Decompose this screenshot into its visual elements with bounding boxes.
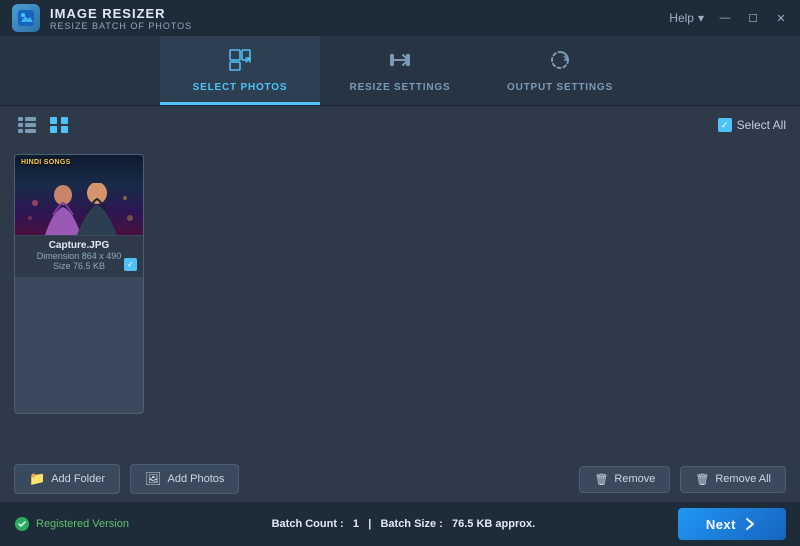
select-all-checkbox[interactable]: ✓ [718,118,732,132]
registered-status: Registered Version [14,516,129,532]
thumb-label: HINDI SONGS [21,159,71,166]
tab-resize-settings-label: RESIZE SETTINGS [350,82,451,93]
app-title: IMAGE RESIZER [50,6,192,21]
minimize-button[interactable]: — [718,11,732,25]
resize-settings-icon [386,46,414,78]
photo-dimension: Dimension 864 x 490 [21,251,137,261]
add-photos-label: Add Photos [168,473,225,485]
remove-icon: 🗑 [594,473,608,486]
chevron-down-icon: ▾ [698,11,704,25]
close-button[interactable]: ✕ [774,11,788,25]
list-view-button[interactable] [14,114,40,136]
action-right: 🗑 Remove 🗑 Remove All [579,466,786,493]
batch-size-label: Batch Size : [380,518,442,530]
tab-select-photos-label: SELECT PHOTOS [193,82,288,93]
photo-info: Capture.JPG Dimension 864 x 490 Size 76.… [15,235,143,277]
remove-all-icon: 🗑 [695,473,709,486]
titlebar: IMAGE RESIZER RESIZE BATCH OF PHOTOS Hel… [0,0,800,36]
action-bar: 📁 Add Folder 🖼 Add Photos 🗑 Remove 🗑 Rem… [0,456,800,502]
add-photos-button[interactable]: 🖼 Add Photos [130,464,239,494]
status-bar: Registered Version Batch Count : 1 | Bat… [0,502,800,546]
help-button[interactable]: Help ▾ [669,11,704,25]
select-all-label: Select All [737,118,786,132]
photo-size: Size 76.5 KB [21,261,137,271]
toolbar: ✓ Select All [0,106,800,144]
photo-card[interactable]: HINDI SONGS [14,154,144,414]
tab-select-photos[interactable]: SELECT PHOTOS [160,36,320,105]
photo-select-checkbox[interactable]: ✓ [124,258,137,271]
tab-output-settings[interactable]: OUTPUT SETTINGS [480,36,640,105]
photo-add-icon: 🖼 [145,471,162,487]
output-settings-icon [546,46,574,78]
add-folder-label: Add Folder [51,473,105,485]
remove-button[interactable]: 🗑 Remove [579,466,670,493]
batch-count-value: 1 [353,518,359,530]
remove-label: Remove [614,473,655,485]
action-left: 📁 Add Folder 🖼 Add Photos [14,464,239,494]
select-all-control[interactable]: ✓ Select All [718,118,786,132]
titlebar-controls: Help ▾ — ☐ ✕ [669,11,788,25]
app-title-block: IMAGE RESIZER RESIZE BATCH OF PHOTOS [50,6,192,31]
tab-output-settings-label: OUTPUT SETTINGS [507,82,613,93]
next-label: Next [706,517,736,532]
tab-resize-settings[interactable]: RESIZE SETTINGS [320,36,480,105]
select-photos-icon [226,46,254,78]
batch-info: Batch Count : 1 | Batch Size : 76.5 KB a… [272,518,536,530]
remove-all-button[interactable]: 🗑 Remove All [680,466,786,493]
add-folder-button[interactable]: 📁 Add Folder [14,464,120,494]
tab-navigation: SELECT PHOTOS RESIZE SETTINGS OUTPUT SET… [0,36,800,106]
help-label: Help [669,11,694,25]
folder-icon: 📁 [29,471,45,487]
grid-view-button[interactable] [46,114,72,136]
batch-size-value: 76.5 KB approx. [452,518,535,530]
photo-filename: Capture.JPG [21,240,137,251]
remove-all-label: Remove All [715,473,771,485]
app-subtitle: RESIZE BATCH OF PHOTOS [50,21,192,31]
restore-button[interactable]: ☐ [746,11,760,25]
next-button[interactable]: Next [678,508,786,540]
titlebar-left: IMAGE RESIZER RESIZE BATCH OF PHOTOS [12,4,192,32]
photo-thumbnail: HINDI SONGS [15,155,143,235]
registered-label: Registered Version [36,518,129,530]
app-icon [12,4,40,32]
photo-grid: HINDI SONGS [0,144,800,424]
registered-icon [14,516,30,532]
view-toggles [14,114,72,136]
batch-count-label: Batch Count : [272,518,344,530]
next-arrow-icon [742,516,758,532]
